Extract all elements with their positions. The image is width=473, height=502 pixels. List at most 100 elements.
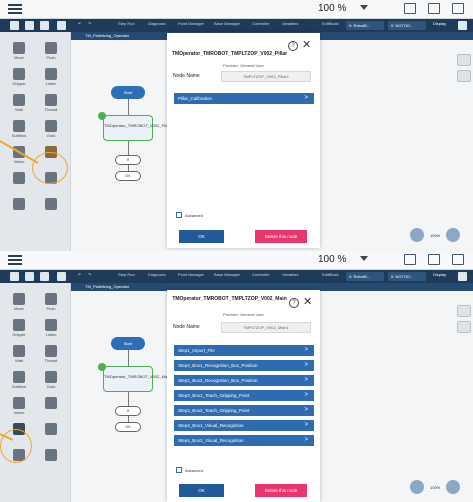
node-operator-d[interactable]: [36, 198, 66, 220]
redo-icon[interactable]: ↷: [88, 272, 91, 277]
toolbar-diagnosis[interactable]: Diagnosis: [148, 21, 166, 26]
node-wait[interactable]: Wait: [4, 94, 34, 116]
flow-if-node[interactable]: If: [115, 155, 141, 165]
flow-ok-node[interactable]: OK: [115, 422, 141, 432]
item-step1-import-file[interactable]: Step1_Import_File >: [174, 345, 314, 356]
undo-icon[interactable]: ↶: [78, 272, 81, 277]
view-toggle-icon[interactable]: [457, 305, 471, 317]
flow-start-node[interactable]: Start: [111, 337, 145, 350]
node-thread[interactable]: Thread: [36, 94, 66, 116]
toolbar-step-run[interactable]: Step Run: [118, 21, 135, 26]
node-push[interactable]: Push: [36, 42, 66, 64]
node-subflow[interactable]: Subflow: [4, 371, 34, 393]
node-name-field[interactable]: TMPLTZOP_V002_Pillar1: [221, 71, 311, 82]
new-icon[interactable]: [40, 272, 49, 281]
node-operator-b[interactable]: [36, 423, 66, 445]
document-icon[interactable]: [428, 3, 440, 14]
project-icon[interactable]: [57, 272, 66, 281]
new-icon[interactable]: [40, 21, 49, 30]
node-gripper[interactable]: Gripper: [4, 68, 34, 90]
ok-button[interactable]: OK: [179, 484, 224, 497]
flow-start-node[interactable]: Start: [111, 86, 145, 99]
undo-icon[interactable]: ↶: [78, 21, 81, 26]
advanced-checkbox[interactable]: [176, 467, 182, 473]
node-goto[interactable]: Goto: [36, 371, 66, 393]
toolbar-point-manager[interactable]: Point Manager: [178, 21, 204, 26]
toolbar-diagnosis[interactable]: Diagnosis: [148, 272, 166, 277]
node-move[interactable]: Move: [4, 42, 34, 64]
open-icon[interactable]: [25, 21, 34, 30]
minimize-icon[interactable]: [404, 3, 416, 14]
node-operator-d[interactable]: [36, 449, 66, 471]
panel-icon[interactable]: [458, 272, 467, 281]
save-icon[interactable]: [10, 21, 19, 30]
toolbar-variables[interactable]: Variables: [282, 272, 298, 277]
node-listen[interactable]: Listen: [36, 68, 66, 90]
close-icon[interactable]: ✕: [303, 297, 312, 308]
item-pillar-calibration[interactable]: Pillar_Calibration >: [174, 93, 314, 104]
node-gripper[interactable]: Gripper: [4, 319, 34, 341]
item-step2-box1-recognition[interactable]: Step2_Box1_Recognition_Box_Position >: [174, 360, 314, 371]
view-toggle-icon[interactable]: [457, 54, 471, 66]
node-vision[interactable]: Vision: [4, 397, 34, 419]
help-icon[interactable]: ?: [289, 298, 299, 308]
zoom-out-button[interactable]: [446, 228, 460, 242]
chevron-down-icon[interactable]: [360, 256, 368, 261]
zoom-level[interactable]: 100 %: [318, 254, 346, 265]
add-node-button[interactable]: [410, 228, 424, 242]
node-operator-a[interactable]: [4, 172, 34, 194]
node-operator-c[interactable]: [4, 198, 34, 220]
item-step4-box2-visual[interactable]: Step4_Box2_Visual_Recognition >: [174, 435, 314, 446]
menu-icon[interactable]: [8, 255, 22, 265]
node-name-field[interactable]: TMPLTZOP_V002_Main1: [221, 322, 311, 333]
node-wait[interactable]: Wait: [4, 345, 34, 367]
toolbar-step-run[interactable]: Step Run: [118, 272, 135, 277]
node-goto[interactable]: Goto: [36, 120, 66, 142]
project-icon[interactable]: [57, 21, 66, 30]
toolbar-display[interactable]: Display: [433, 272, 446, 277]
delete-node-button[interactable]: Delete this node: [255, 230, 307, 243]
toolbar-controller[interactable]: Controller: [252, 272, 269, 277]
grid-toggle-icon[interactable]: [457, 70, 471, 82]
close-icon[interactable]: ✕: [302, 40, 311, 51]
tcp-select[interactable]: 0: NOTOO...: [388, 272, 426, 281]
window-icon[interactable]: [452, 254, 464, 265]
toolbar-base-manager[interactable]: Base Manager: [214, 272, 240, 277]
zoom-out-button[interactable]: [446, 480, 460, 494]
item-step3-box1-teach[interactable]: Step3_Box1_Teach_Gripping_Point >: [174, 390, 314, 401]
toolbar-display[interactable]: Display: [433, 21, 446, 26]
flow-if-node[interactable]: If: [115, 406, 141, 416]
node-operator-a[interactable]: [36, 397, 66, 419]
minimize-icon[interactable]: [404, 254, 416, 265]
node-thread[interactable]: Thread: [36, 345, 66, 367]
flow-ok-node[interactable]: OK: [115, 171, 141, 181]
node-move[interactable]: Move: [4, 293, 34, 315]
robot-base-select[interactable]: 0: RobotB...: [346, 21, 384, 30]
panel-icon[interactable]: [458, 21, 467, 30]
toolbar-point-manager[interactable]: Point Manager: [178, 272, 204, 277]
grid-toggle-icon[interactable]: [457, 321, 471, 333]
node-listen[interactable]: Listen: [36, 319, 66, 341]
item-step3-box2-teach[interactable]: Step3_Box2_Teach_Gripping_Point >: [174, 405, 314, 416]
item-step4-box1-visual[interactable]: Step4_Box1_Visual_Recognition >: [174, 420, 314, 431]
toolbar-base-manager[interactable]: Base Manager: [214, 21, 240, 26]
help-icon[interactable]: ?: [288, 41, 298, 51]
delete-node-button[interactable]: Delete this node: [255, 484, 307, 497]
advanced-checkbox[interactable]: [176, 212, 182, 218]
toolbar-controller[interactable]: Controller: [252, 21, 269, 26]
robot-base-select[interactable]: 0: RobotB...: [346, 272, 384, 281]
zoom-level[interactable]: 100 %: [318, 3, 346, 14]
ok-button[interactable]: OK: [179, 230, 224, 243]
add-node-button[interactable]: [410, 480, 424, 494]
toolbar-editblock[interactable]: EditBlock: [322, 21, 339, 26]
save-icon[interactable]: [10, 272, 19, 281]
redo-icon[interactable]: ↷: [88, 21, 91, 26]
toolbar-variables[interactable]: Variables: [282, 21, 298, 26]
node-subflow[interactable]: Subflow: [4, 120, 34, 142]
window-icon[interactable]: [452, 3, 464, 14]
menu-icon[interactable]: [8, 4, 22, 14]
open-icon[interactable]: [25, 272, 34, 281]
flow-main-node[interactable]: TMOperator_TMROBOT_V002_Main1: [103, 366, 172, 392]
item-step2-box2-recognition[interactable]: Step2_Box2_Recognition_Box_Position >: [174, 375, 314, 386]
tcp-select[interactable]: 0: NOTOO...: [388, 21, 426, 30]
